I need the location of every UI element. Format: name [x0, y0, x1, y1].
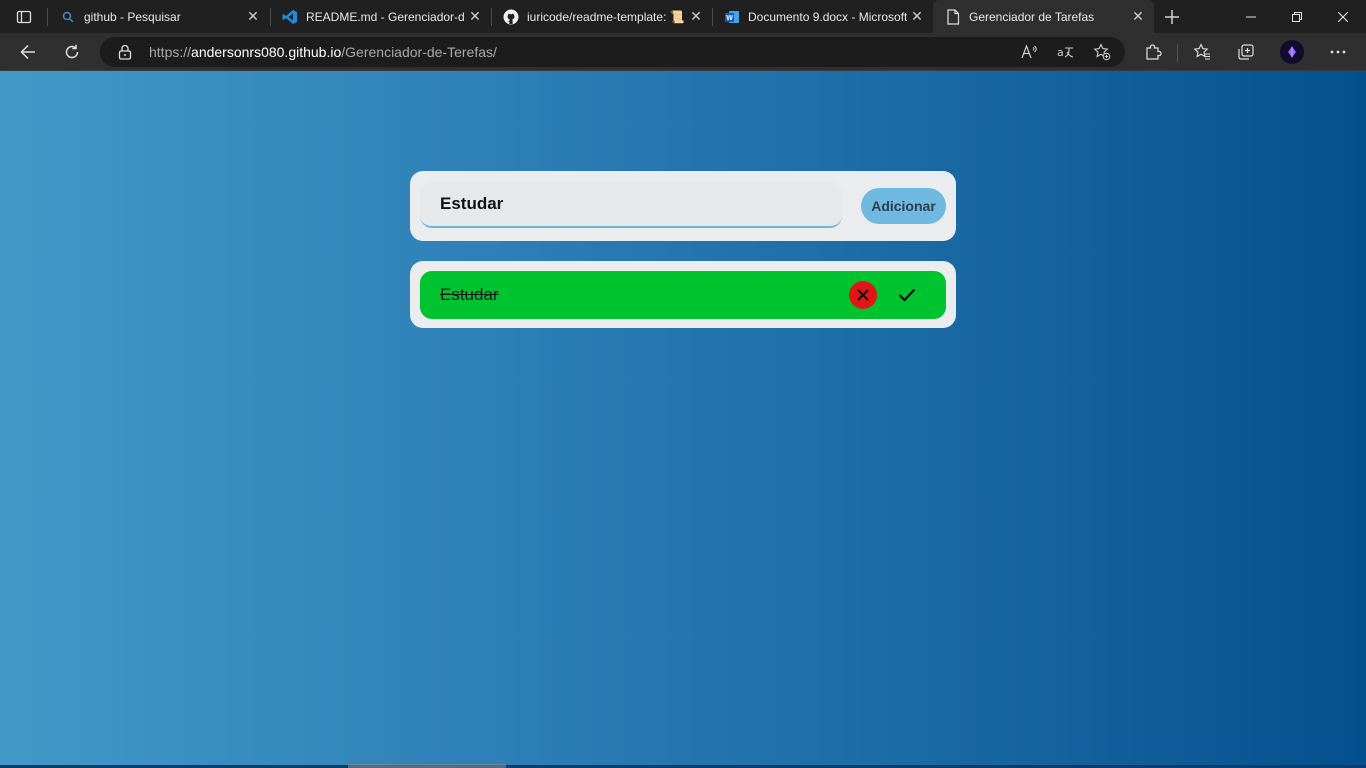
tab-title: Documento 9.docx - Microsoft Word: [748, 9, 907, 24]
restore-button[interactable]: [1274, 0, 1320, 33]
url-host: andersonrs080.github.io: [191, 44, 342, 60]
tab-readme-template[interactable]: iuricode/readme-template: 📜 ✕: [491, 0, 712, 33]
svg-text:W: W: [726, 15, 733, 22]
add-favorite-icon[interactable]: [1091, 42, 1113, 62]
tab-close-icon[interactable]: ✕: [1128, 7, 1148, 27]
new-tab-button[interactable]: [1160, 5, 1184, 29]
tab-close-icon[interactable]: ✕: [686, 7, 706, 27]
tab-actions-button[interactable]: [10, 5, 38, 29]
url-scheme: https://: [149, 44, 192, 60]
tab-gerenciador-de-tarefas[interactable]: Gerenciador de Tarefas ✕: [933, 0, 1154, 33]
task-item: Estudar: [420, 271, 946, 319]
address-bar[interactable]: https://andersonrs080.github.io/Gerencia…: [100, 37, 1125, 67]
svg-text:a: a: [1057, 46, 1064, 59]
minimize-icon: [1246, 16, 1256, 17]
complete-task-button[interactable]: [893, 281, 921, 309]
back-button[interactable]: [13, 38, 43, 66]
vscode-icon: [282, 9, 298, 25]
navigation-bar: https://andersonrs080.github.io/Gerencia…: [0, 33, 1366, 71]
restore-icon: [1292, 11, 1302, 22]
refresh-button[interactable]: [57, 38, 87, 66]
arrow-left-icon: [20, 44, 35, 60]
tab-readme[interactable]: README.md - Gerenciador-de-Tarefas ✕: [270, 0, 491, 33]
tab-strip: github - Pesquisar ✕ README.md - Gerenci…: [0, 0, 1366, 33]
refresh-icon: [65, 44, 79, 59]
tab-title: Gerenciador de Tarefas: [969, 9, 1095, 24]
page-viewport: Adicionar Estudar: [0, 71, 1366, 768]
minimize-button[interactable]: [1228, 0, 1274, 33]
task-text[interactable]: Estudar: [440, 285, 499, 305]
more-dots-icon: [1330, 50, 1346, 54]
collections-button[interactable]: [1231, 38, 1261, 66]
plus-icon: [1165, 10, 1179, 24]
extensions-button[interactable]: [1138, 38, 1168, 66]
url-text[interactable]: https://andersonrs080.github.io/Gerencia…: [149, 44, 497, 60]
checkmark-icon: [898, 288, 916, 302]
profile-icon: [1288, 46, 1296, 58]
toolbar-separator: [1177, 44, 1178, 62]
lock-icon[interactable]: [118, 44, 132, 60]
close-window-button[interactable]: [1320, 0, 1366, 33]
read-aloud-icon[interactable]: [1019, 42, 1041, 62]
close-x-icon: [857, 289, 869, 301]
tab-close-icon[interactable]: ✕: [907, 7, 927, 27]
page-icon: [945, 8, 961, 25]
add-task-button[interactable]: Adicionar: [861, 188, 946, 224]
github-icon: [503, 9, 519, 25]
settings-more-button[interactable]: [1323, 38, 1353, 66]
tab-word-document[interactable]: W Documento 9.docx - Microsoft Word ✕: [712, 0, 933, 33]
tab-title: README.md - Gerenciador-de-Tarefas: [306, 9, 465, 24]
delete-task-button[interactable]: [849, 281, 877, 309]
collections-icon: [1238, 44, 1254, 60]
task-form: Adicionar: [410, 171, 956, 241]
word-icon: W: [724, 9, 740, 25]
close-icon: [1338, 11, 1348, 22]
tab-title: github - Pesquisar: [84, 9, 181, 24]
tab-close-icon[interactable]: ✕: [465, 7, 485, 27]
puzzle-icon: [1146, 44, 1162, 60]
tab-close-icon[interactable]: ✕: [243, 7, 263, 27]
task-input[interactable]: [420, 182, 842, 228]
tab-github-search[interactable]: github - Pesquisar ✕: [48, 0, 269, 33]
tab-actions-icon: [16, 10, 32, 24]
search-icon: [60, 9, 76, 25]
profile-avatar[interactable]: [1280, 40, 1304, 64]
horizontal-scrollbar[interactable]: [348, 764, 506, 768]
favorites-star-icon: [1193, 43, 1210, 60]
tab-title: iuricode/readme-template: 📜: [527, 9, 685, 24]
favorites-button[interactable]: [1187, 38, 1217, 66]
translate-icon[interactable]: a: [1055, 42, 1077, 62]
url-path: /Gerenciador-de-Terefas/: [341, 44, 497, 60]
task-list: Estudar: [410, 261, 956, 328]
